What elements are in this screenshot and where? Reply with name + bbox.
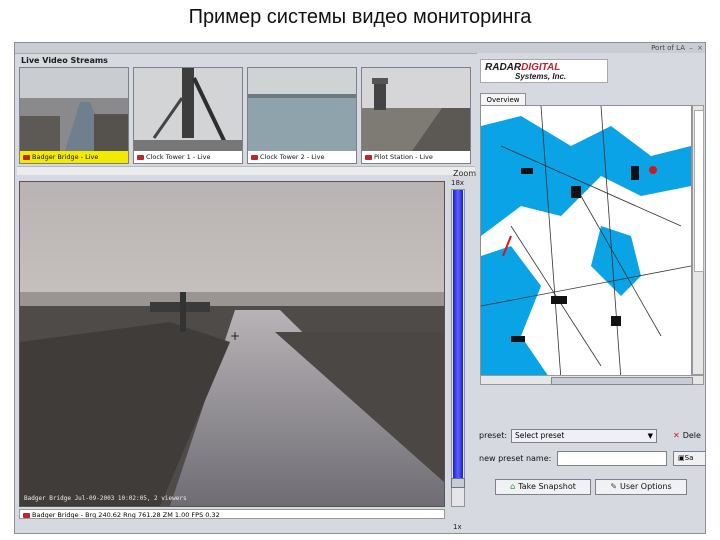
zoom-slider[interactable] [451, 189, 465, 507]
control-panel: RADARDIGITAL Systems, Inc. Overview pres… [477, 53, 705, 533]
save-preset-button[interactable]: ▣Sa [673, 451, 705, 466]
stream-thumb-pilot-station[interactable]: Pilot Station - Live [361, 67, 471, 164]
window-title: Port of LA [651, 44, 685, 52]
zoom-label: Zoom [453, 169, 477, 178]
preset-label: preset: [479, 431, 508, 440]
stream-thumb-clock-tower-1[interactable]: Clock Tower 1 - Live [133, 67, 243, 164]
streams-scrollbar[interactable] [17, 166, 475, 175]
monitoring-window: Port of LA – × Live Video Streams Badger… [14, 42, 706, 534]
stream-thumb-clock-tower-2[interactable]: Clock Tower 2 - Live [247, 67, 357, 164]
company-logo: RADARDIGITAL Systems, Inc. [480, 59, 608, 83]
crosshair: + [230, 329, 240, 343]
stream-thumb-badger-bridge[interactable]: Badger Bridge - Live [19, 67, 129, 164]
map-horizontal-thumb[interactable] [551, 377, 693, 385]
user-icon: ✎ [610, 482, 618, 491]
zoom-max-label: 18x [451, 179, 465, 187]
stream-preview [20, 68, 128, 151]
new-preset-label: new preset name: [479, 454, 552, 463]
stream-preview [248, 68, 356, 151]
preset-select[interactable]: Select preset ▼ [511, 429, 657, 443]
save-disk-icon: ▣ [678, 454, 685, 462]
camera-icon [137, 154, 144, 160]
tab-overview[interactable]: Overview [480, 93, 526, 105]
zoom-min-label: 1x [453, 523, 462, 531]
camera-icon [23, 512, 30, 518]
zoom-fill [453, 190, 463, 478]
stream-caption: Clock Tower 2 - Live [248, 151, 356, 163]
streams-panel-label: Live Video Streams [21, 56, 108, 65]
stream-caption: Clock Tower 1 - Live [134, 151, 242, 163]
map-vertical-scrollbar[interactable] [692, 105, 704, 375]
user-options-button[interactable]: ✎ User Options [595, 479, 687, 495]
minimize-icon[interactable]: – [687, 44, 695, 52]
overview-map[interactable] [480, 105, 692, 381]
video-overlay-text: Badger Bridge Jul-09-2003 10:02:05, 2 vi… [24, 495, 187, 502]
stream-thumbnails: Badger Bridge - Live Clock Tower 1 - Liv… [19, 67, 475, 165]
stream-caption: Badger Bridge - Live [20, 151, 128, 163]
map-vertical-thumb[interactable] [694, 110, 704, 272]
main-video-view[interactable]: + Badger Bridge Jul-09-2003 10:02:05, 2 … [19, 181, 445, 507]
stream-preview [134, 68, 242, 151]
zoom-slider-handle[interactable] [451, 478, 465, 488]
snapshot-icon: ⌂ [510, 482, 516, 491]
slide-title: Пример системы видео мониторинга [188, 6, 532, 28]
take-snapshot-button[interactable]: ⌂ Take Snapshot [495, 479, 591, 495]
new-preset-name-input[interactable] [557, 451, 667, 466]
close-icon[interactable]: × [696, 44, 704, 52]
camera-icon [23, 154, 30, 160]
delete-preset-button[interactable]: ✕ Dele [673, 429, 705, 443]
delete-x-icon: ✕ [673, 431, 680, 440]
camera-icon [251, 154, 258, 160]
map-horizontal-scrollbar[interactable] [480, 375, 704, 385]
chevron-down-icon: ▼ [647, 432, 653, 440]
stream-preview [362, 68, 470, 151]
camera-icon [365, 154, 372, 160]
camera-status-bar: Badger Bridge - Brg 240.62 Rng 761.28 ZM… [19, 509, 445, 519]
stream-caption: Pilot Station - Live [362, 151, 470, 163]
